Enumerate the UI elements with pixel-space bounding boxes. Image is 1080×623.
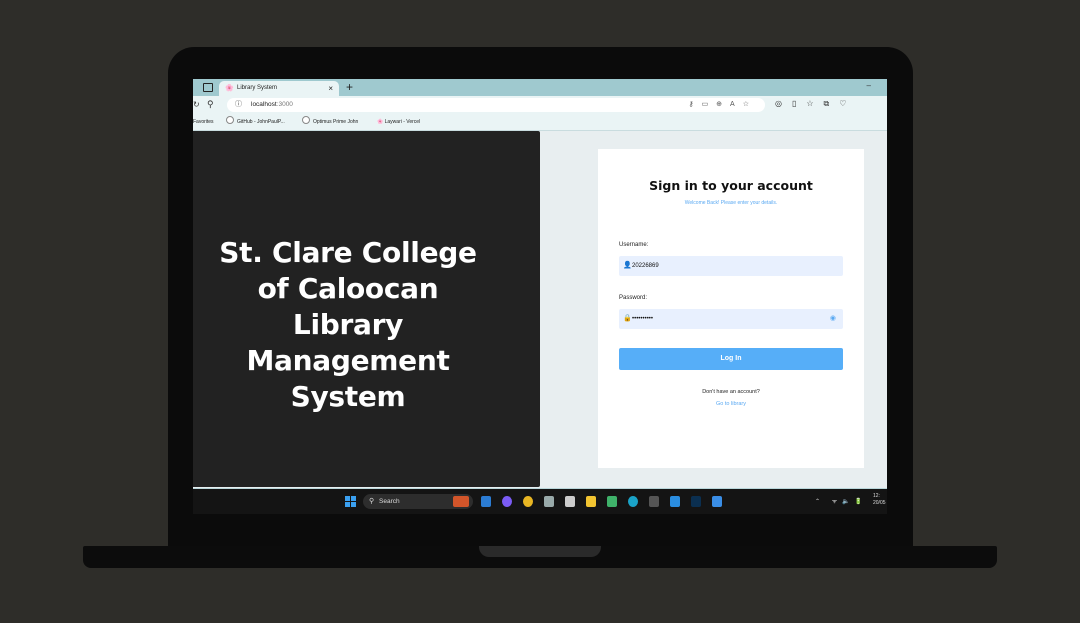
notepad-icon[interactable] — [607, 496, 617, 507]
password-value: •••••••••• — [632, 316, 654, 322]
bookmark-laywari[interactable]: 🌸 Laywari - Vercel — [377, 115, 420, 130]
search-icon: ⚲ — [369, 498, 375, 505]
hero-title: St. Clare College of Caloocan Library Ma… — [219, 236, 477, 413]
login-title: Sign in to your account — [649, 178, 813, 193]
refresh-icon[interactable]: ↻ — [193, 100, 200, 109]
lock-icon: 🔒 — [623, 315, 632, 322]
login-card: Sign in to your account Welcome Back! Pl… — [598, 149, 864, 468]
copilot-icon[interactable] — [502, 496, 512, 507]
login-button[interactable]: Log In — [619, 348, 843, 370]
laptop-notch — [479, 546, 601, 557]
info-icon[interactable]: ⓘ — [235, 98, 242, 112]
screen: 🌸 Library System × + – ↻ ⚲ ⓘ localhost:3… — [193, 79, 887, 514]
username-label: Username: — [619, 242, 649, 248]
store-icon[interactable] — [544, 496, 554, 507]
start-button[interactable] — [345, 496, 356, 507]
clock[interactable]: 12: 20/05 — [873, 493, 886, 507]
page-content: St. Clare College of Caloocan Library Ma… — [193, 131, 887, 487]
bookmark-optimus[interactable]: Optimus Prime John — [302, 115, 358, 130]
close-tab-icon[interactable]: × — [328, 81, 333, 96]
toolbar-icons[interactable]: ◎▯☆⧉♡ — [775, 99, 856, 109]
github-icon — [226, 116, 234, 124]
terminal-icon[interactable] — [649, 496, 659, 507]
taskbar-search[interactable]: ⚲ Search — [363, 494, 473, 509]
file-explorer-icon[interactable] — [586, 496, 596, 507]
hero-panel: St. Clare College of Caloocan Library Ma… — [193, 131, 540, 487]
password-label: Password: — [619, 295, 648, 301]
address-bar-row: ↻ ⚲ ⓘ localhost:3000 ⚷▭⊕A☆ ◎▯☆⧉♡ — [193, 96, 887, 115]
user-icon: 👤 — [623, 262, 632, 269]
favicon-icon: 🌸 — [225, 85, 234, 92]
go-to-library-link[interactable]: Go to library — [598, 401, 864, 407]
url-text: localhost:3000 — [251, 101, 293, 108]
tab-actions-icon[interactable] — [203, 83, 213, 92]
no-account-text: Don't have an account? — [702, 389, 760, 395]
word-icon[interactable] — [481, 496, 491, 507]
username-field[interactable]: 👤 20226869 — [619, 256, 843, 276]
taskbar: ⚲ Search ⌃ ᯤ🔈🔋 12: 20/05 — [193, 488, 887, 514]
favorites-label[interactable]: Favorites — [193, 115, 214, 130]
tab-title: Library System — [237, 85, 278, 91]
browser-tab-bar: 🌸 Library System × + – — [193, 79, 887, 96]
chrome-icon[interactable] — [523, 496, 533, 507]
search-highlight-icon — [453, 496, 469, 507]
vscode-icon[interactable] — [670, 496, 680, 507]
search-icon[interactable]: ⚲ — [207, 99, 214, 110]
show-password-icon[interactable]: ◉ — [830, 309, 836, 329]
edge-icon[interactable] — [628, 496, 638, 507]
login-subtitle: Welcome Back! Please enter your details. — [684, 200, 778, 206]
photos-icon[interactable] — [712, 496, 722, 507]
github-icon — [302, 116, 310, 124]
url-action-icons[interactable]: ⚷▭⊕A☆ — [688, 98, 757, 112]
username-value: 20226869 — [632, 263, 659, 269]
new-tab-button[interactable]: + — [346, 80, 353, 94]
system-tray-icons[interactable]: ⌃ ᯤ🔈🔋 — [815, 497, 867, 505]
password-field[interactable]: 🔒 •••••••••• ◉ — [619, 309, 843, 329]
tab-library-system[interactable]: 🌸 Library System × — [219, 81, 339, 96]
url-field[interactable]: ⓘ localhost:3000 ⚷▭⊕A☆ — [227, 98, 765, 112]
bookmark-github[interactable]: GitHub - JohnPaulP... — [226, 115, 285, 130]
photoshop-icon[interactable] — [691, 496, 701, 507]
calculator-icon[interactable] — [565, 496, 575, 507]
minimize-button[interactable]: – — [867, 81, 871, 90]
flower-icon: 🌸 — [377, 119, 385, 125]
favorites-bar: Favorites GitHub - JohnPaulP... Optimus … — [193, 115, 887, 131]
